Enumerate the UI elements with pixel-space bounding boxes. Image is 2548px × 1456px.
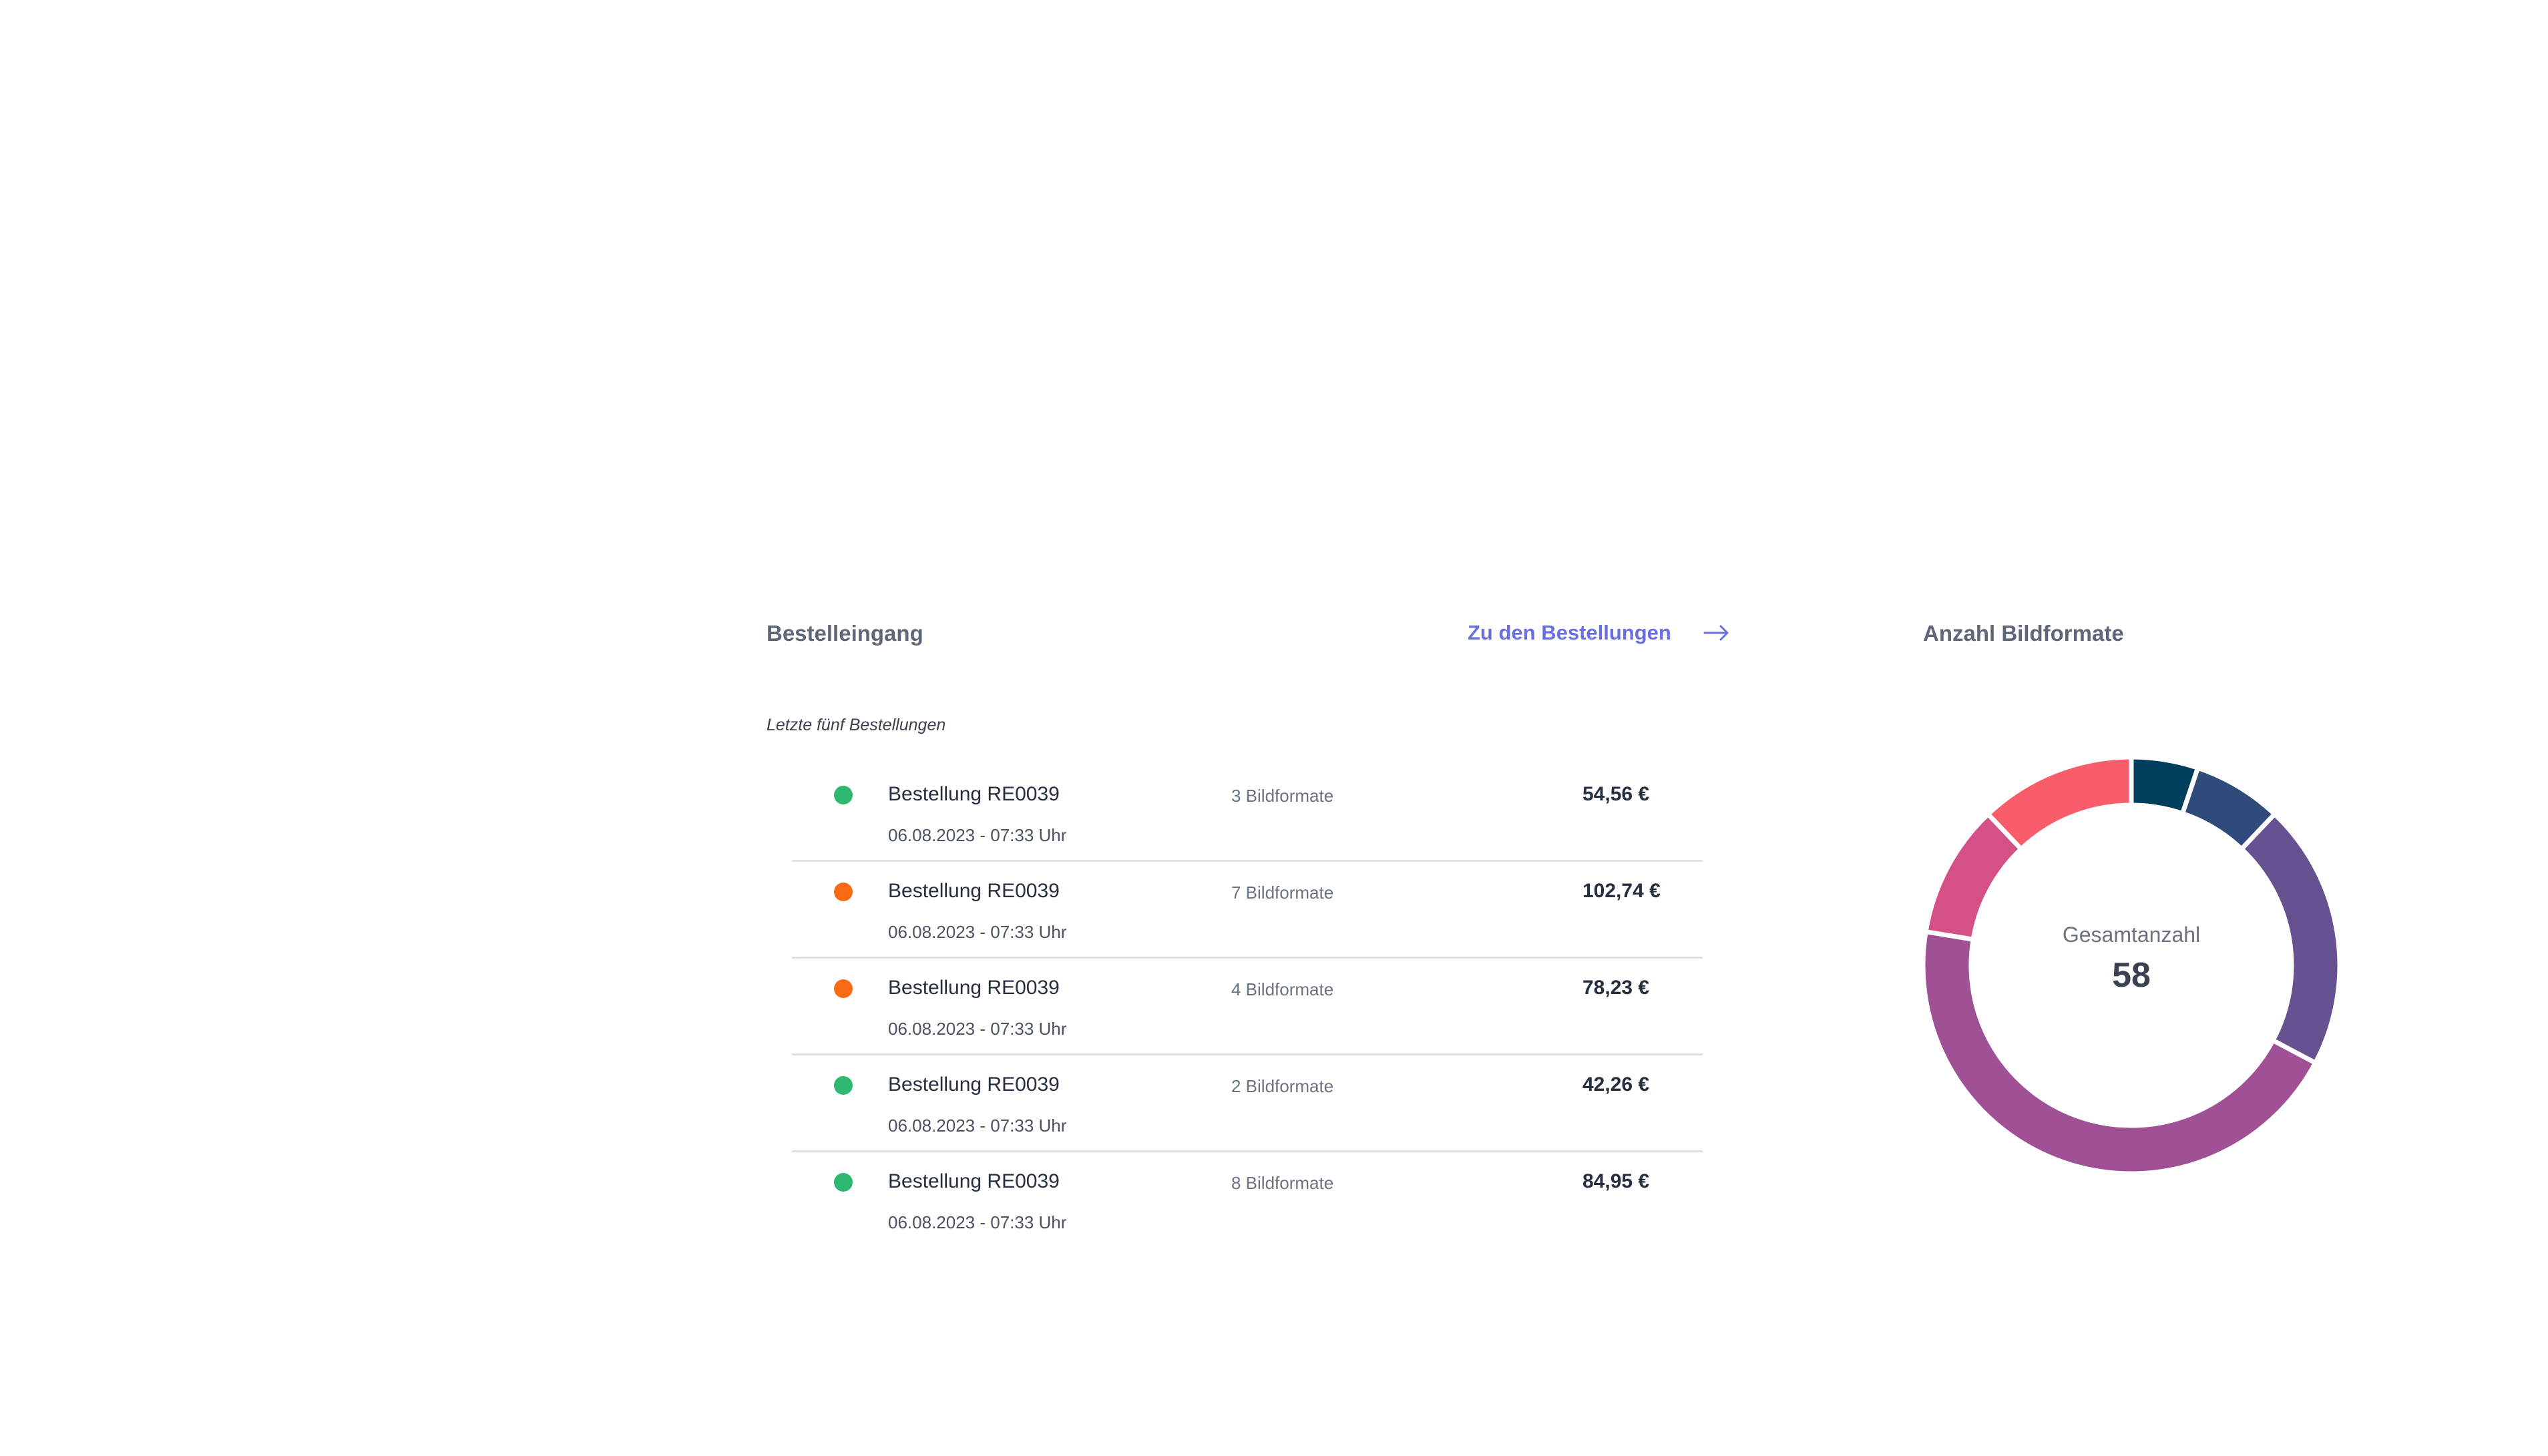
order-price: 102,74 €	[1582, 880, 1661, 902]
status-dot	[834, 1173, 853, 1192]
order-format-count: 3 Bildformate	[1231, 786, 1334, 806]
order-list: Bestellung RE0039 06.08.2023 - 07:33 Uhr…	[792, 765, 1703, 1249]
order-price: 78,23 €	[1582, 977, 1650, 999]
order-name: Bestellung RE0039	[888, 1170, 1060, 1192]
order-row[interactable]: Bestellung RE0039 06.08.2023 - 07:33 Uhr…	[792, 1055, 1703, 1152]
status-dot	[834, 1076, 853, 1095]
order-row[interactable]: Bestellung RE0039 06.08.2023 - 07:33 Uhr…	[792, 1152, 1703, 1249]
status-dot	[834, 979, 853, 998]
order-date: 06.08.2023 - 07:33 Uhr	[888, 1116, 1067, 1136]
order-date: 06.08.2023 - 07:33 Uhr	[888, 1212, 1067, 1232]
donut-slice-6[interactable]	[1984, 757, 2134, 853]
order-format-count: 4 Bildformate	[1231, 979, 1334, 999]
order-row[interactable]: Bestellung RE0039 06.08.2023 - 07:33 Uhr…	[792, 862, 1703, 959]
orders-section-title: Bestelleingang	[767, 621, 923, 646]
order-format-count: 7 Bildformate	[1231, 883, 1334, 903]
orders-subtitle: Letzte fünf Bestellungen	[767, 716, 946, 734]
order-price: 84,95 €	[1582, 1170, 1650, 1192]
status-dot	[834, 883, 853, 901]
order-row[interactable]: Bestellung RE0039 06.08.2023 - 07:33 Uhr…	[792, 959, 1703, 1055]
format-donut-chart: Gesamtanzahl 58	[1923, 757, 2340, 1174]
order-name: Bestellung RE0039	[888, 783, 1060, 805]
donut-center: Gesamtanzahl 58	[1923, 923, 2340, 995]
arrow-right-icon	[1703, 625, 1729, 641]
order-price: 54,56 €	[1582, 783, 1650, 805]
order-name: Bestellung RE0039	[888, 1073, 1060, 1096]
order-name: Bestellung RE0039	[888, 880, 1060, 902]
donut-center-total: 58	[2112, 956, 2151, 995]
order-date: 06.08.2023 - 07:33 Uhr	[888, 922, 1067, 942]
view-orders-link-label: Zu den Bestellungen	[1468, 621, 1671, 644]
status-dot	[834, 786, 853, 804]
order-price: 42,26 €	[1582, 1073, 1650, 1096]
formats-section-title: Anzahl Bildformate	[1923, 621, 2124, 646]
donut-center-label: Gesamtanzahl	[2062, 923, 2201, 947]
order-date: 06.08.2023 - 07:33 Uhr	[888, 1019, 1067, 1039]
order-format-count: 8 Bildformate	[1231, 1173, 1334, 1193]
order-name: Bestellung RE0039	[888, 977, 1060, 999]
order-row[interactable]: Bestellung RE0039 06.08.2023 - 07:33 Uhr…	[792, 765, 1703, 862]
order-format-count: 2 Bildformate	[1231, 1076, 1334, 1096]
view-orders-link[interactable]: Zu den Bestellungen	[1468, 621, 1730, 645]
order-date: 06.08.2023 - 07:33 Uhr	[888, 825, 1067, 845]
